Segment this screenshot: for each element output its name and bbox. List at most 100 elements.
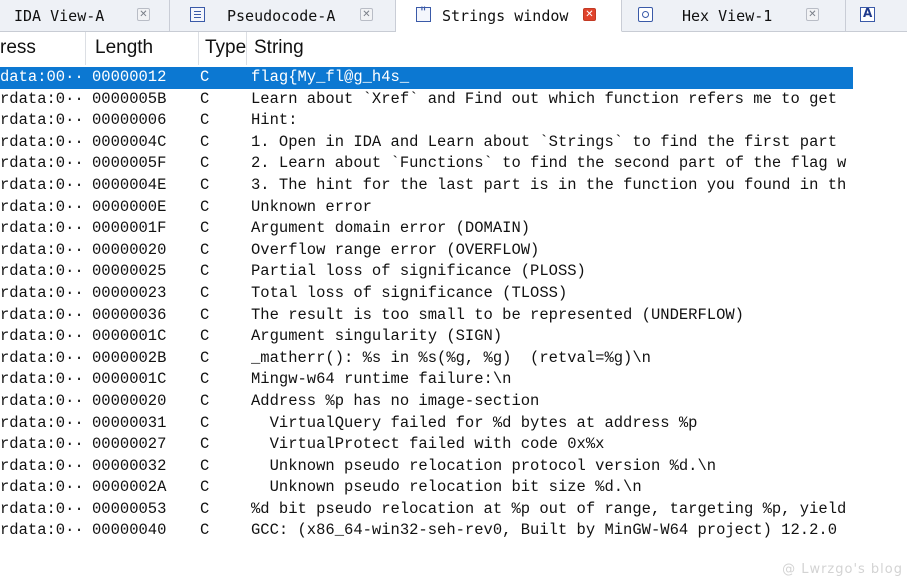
length-cell: 00000032 (92, 456, 167, 475)
table-row[interactable]: rdata:0··· 00000020 C Overflow range error … (0, 240, 853, 262)
address-cell: rdata:0··· (0, 456, 84, 475)
close-icon[interactable]: ✕ (137, 8, 150, 21)
length-cell: 0000004E (92, 175, 167, 194)
address-cell: rdata:0··· (0, 175, 84, 194)
table-row[interactable]: rdata:0··· 0000000E C Unknown error (0, 197, 853, 219)
address-cell: rdata:0··· (0, 132, 84, 151)
table-row[interactable]: rdata:0··· 0000005F C 2. Learn about `Funct… (0, 153, 853, 175)
address-cell: rdata:0··· (0, 327, 84, 346)
watermark: @ Lwrzgo's blog (782, 562, 903, 577)
tab-strings-window[interactable]: Strings window ✕ (396, 0, 622, 32)
address-cell: rdata:0··· (0, 111, 84, 130)
string-cell: GCC: (x86_64-win32-seh-rev0, Built by Mi… (251, 521, 837, 540)
address-cell: rdata:0··· (0, 283, 84, 302)
column-divider[interactable] (246, 32, 247, 65)
hex-view-icon (638, 7, 653, 22)
string-cell: VirtualProtect failed with code 0x%x (251, 435, 605, 454)
string-cell: The result is too small to be represente… (251, 305, 744, 324)
table-row[interactable]: rdata:0··· 00000040 C GCC: (x86_64-win32-se… (0, 520, 853, 542)
column-type[interactable]: Type (205, 37, 246, 59)
column-divider[interactable] (85, 32, 86, 65)
column-header: ress Length Type String (0, 32, 853, 65)
close-icon[interactable]: ✕ (806, 8, 819, 21)
address-cell: rdata:0··· (0, 499, 84, 518)
string-cell: Unknown pseudo relocation protocol versi… (251, 456, 717, 475)
address-cell: rdata:0··· (0, 391, 84, 410)
type-cell: C (200, 89, 210, 108)
table-row[interactable]: rdata:0··· 0000002A C Unknown pseudo reloc… (0, 477, 853, 499)
column-divider[interactable] (198, 32, 199, 65)
table-row[interactable]: rdata:0··· 0000005B C Learn about `Xref` an… (0, 89, 853, 111)
address-cell: data:00··· (0, 68, 84, 86)
table-row[interactable]: rdata:0··· 00000032 C Unknown pseudo reloc… (0, 456, 853, 478)
type-cell: C (200, 68, 210, 86)
string-cell: Partial loss of significance (PLOSS) (251, 262, 586, 281)
address-cell: rdata:0··· (0, 413, 84, 432)
type-cell: C (200, 154, 210, 173)
structures-icon (860, 6, 875, 22)
length-cell: 00000025 (92, 262, 167, 281)
table-row[interactable]: rdata:0··· 00000006 C Hint: (0, 110, 853, 132)
type-cell: C (200, 111, 210, 130)
length-cell: 00000036 (92, 305, 167, 324)
tab-label: Strings window (442, 7, 569, 25)
tab-pseudocode-a[interactable]: Pseudocode-A ✕ (170, 0, 396, 31)
close-icon[interactable]: ✕ (360, 8, 373, 21)
column-length[interactable]: Length (95, 37, 153, 59)
type-cell: C (200, 175, 210, 194)
close-icon[interactable]: ✕ (583, 8, 596, 21)
length-cell: 0000004C (92, 132, 167, 151)
string-cell: Address %p has no image-section (251, 391, 540, 410)
table-row[interactable]: rdata:0··· 0000001F C Argument domain error… (0, 218, 853, 240)
table-row[interactable]: data:00··· 00000012 Cflag{My_fl@g_h4s_ (0, 67, 853, 89)
length-cell: 0000002A (92, 478, 167, 497)
type-cell: C (200, 219, 210, 238)
table-row[interactable]: rdata:0··· 00000053 C %d bit pseudo relocat… (0, 499, 853, 521)
address-cell: rdata:0··· (0, 478, 84, 497)
table-row[interactable]: rdata:0··· 0000001C C Mingw-w64 runtime fai… (0, 369, 853, 391)
string-cell: flag{My_fl@g_h4s_ (251, 68, 410, 86)
address-cell: rdata:0··· (0, 521, 84, 540)
table-row[interactable]: rdata:0··· 00000020 C Address %p has no ima… (0, 391, 853, 413)
length-cell: 00000006 (92, 111, 167, 130)
type-cell: C (200, 348, 210, 367)
string-cell: Argument singularity (SIGN) (251, 327, 503, 346)
column-string[interactable]: String (254, 37, 304, 59)
string-cell: Mingw-w64 runtime failure:\n (251, 370, 512, 389)
length-cell: 00000031 (92, 413, 167, 432)
length-cell: 00000040 (92, 521, 167, 540)
string-cell: Unknown pseudo relocation bit size %d.\n (251, 478, 642, 497)
table-row[interactable]: rdata:0··· 00000036 C The result is too sma… (0, 305, 853, 327)
length-cell: 0000002B (92, 348, 167, 367)
type-cell: C (200, 391, 210, 410)
strings-table: data:00··· 00000012 Cflag{My_fl@g_h4s_ rdat… (0, 67, 853, 542)
address-cell: rdata:0··· (0, 435, 84, 454)
tab-hex-view-1[interactable]: Hex View-1 ✕ (622, 0, 846, 31)
tab-ida-view-a[interactable]: IDA View-A ✕ (0, 0, 170, 31)
type-cell: C (200, 370, 210, 389)
table-row[interactable]: rdata:0··· 0000004C C 1. Open in IDA and Le… (0, 132, 853, 154)
table-row[interactable]: rdata:0··· 00000031 C VirtualQuery failed … (0, 413, 853, 435)
string-cell: Hint: (251, 111, 298, 130)
table-row[interactable]: rdata:0··· 0000004E C 3. The hint for the l… (0, 175, 853, 197)
length-cell: 0000005F (92, 154, 167, 173)
tab-structures[interactable] (846, 0, 907, 31)
address-cell: rdata:0··· (0, 262, 84, 281)
length-cell: 0000001F (92, 219, 167, 238)
length-cell: 00000027 (92, 435, 167, 454)
length-cell: 0000001C (92, 370, 167, 389)
string-cell: Overflow range error (OVERFLOW) (251, 240, 540, 259)
table-row[interactable]: rdata:0··· 00000023 C Total loss of signifi… (0, 283, 853, 305)
tab-label: Pseudocode-A (227, 7, 336, 25)
table-row[interactable]: rdata:0··· 0000002B C _matherr(): %s in %s(… (0, 348, 853, 370)
string-cell: 2. Learn about `Functions` to find the s… (251, 154, 847, 173)
string-cell: 1. Open in IDA and Learn about `Strings`… (251, 132, 847, 151)
address-cell: rdata:0··· (0, 240, 84, 259)
type-cell: C (200, 499, 210, 518)
table-row[interactable]: rdata:0··· 00000025 C Partial loss of signi… (0, 261, 853, 283)
address-cell: rdata:0··· (0, 219, 84, 238)
column-address[interactable]: ress (0, 37, 36, 59)
length-cell: 00000020 (92, 240, 167, 259)
table-row[interactable]: rdata:0··· 0000001C C Argument singularity … (0, 326, 853, 348)
table-row[interactable]: rdata:0··· 00000027 C VirtualProtect faile… (0, 434, 853, 456)
